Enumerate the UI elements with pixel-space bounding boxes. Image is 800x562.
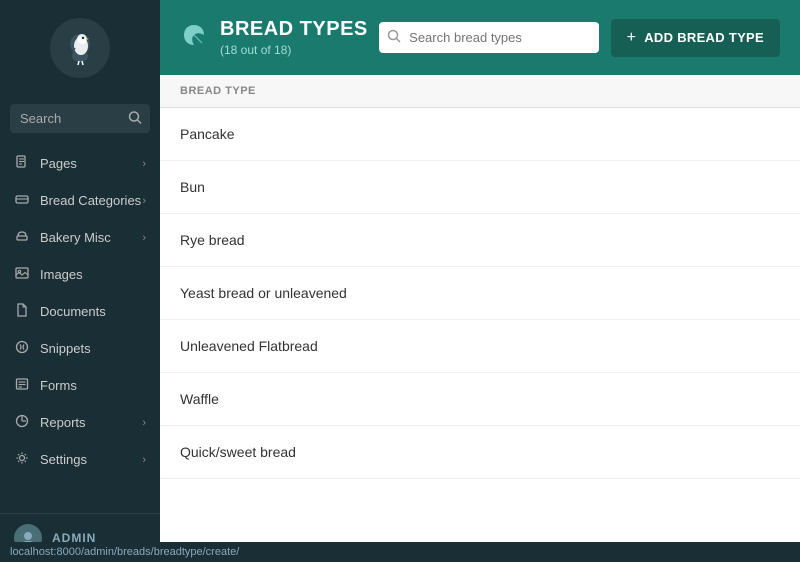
reports-icon [14, 414, 30, 431]
sidebar-search-container [0, 96, 160, 141]
chevron-right-icon-3: › [142, 232, 146, 244]
sidebar-item-pages[interactable]: Pages › [0, 145, 160, 182]
bread-type-name: Unleavened Flatbread [180, 338, 318, 354]
add-icon: + [627, 29, 637, 47]
table-row[interactable]: Rye bread [160, 214, 800, 267]
main-content: BREAD TYPES (18 out of 18) + ADD BREAD T… [160, 0, 800, 562]
sidebar-nav: Pages › Bread Categories › Bakery Misc › [0, 141, 160, 513]
sidebar-item-settings[interactable]: Settings › [0, 441, 160, 478]
search-icon [128, 110, 142, 124]
sidebar-item-bread-categories[interactable]: Bread Categories › [0, 182, 160, 219]
sidebar-item-bakery-misc[interactable]: Bakery Misc › [0, 219, 160, 256]
bread-type-name: Pancake [180, 126, 234, 142]
chevron-right-icon-2: › [142, 195, 146, 207]
sidebar-item-label-snippets: Snippets [40, 341, 91, 356]
table-row[interactable]: Quick/sweet bread [160, 426, 800, 479]
bread-categories-icon [14, 192, 30, 209]
documents-icon [14, 303, 30, 320]
table-header-row: BREAD TYPE [160, 75, 800, 108]
page-title: BREAD TYPES [220, 18, 368, 41]
column-header-bread-type: BREAD TYPE [180, 85, 256, 97]
sidebar-item-label-documents: Documents [40, 304, 106, 319]
page-subtitle: (18 out of 18) [220, 43, 368, 57]
forms-icon [14, 377, 30, 394]
sidebar-item-label-pages: Pages [40, 156, 77, 171]
bread-type-search-input[interactable] [409, 23, 599, 52]
bread-icon [180, 21, 208, 55]
chevron-right-icon-4: › [142, 417, 146, 429]
logo-circle [50, 18, 110, 78]
bread-type-name: Waffle [180, 391, 219, 407]
chevron-right-icon: › [142, 158, 146, 170]
chevron-right-icon-5: › [142, 454, 146, 466]
header-search-icon [379, 22, 409, 53]
bread-types-table: BREAD TYPE Pancake Bun Rye bread Yeast b… [160, 75, 800, 562]
sidebar-item-images[interactable]: Images [0, 256, 160, 293]
sidebar-item-snippets[interactable]: Snippets [0, 330, 160, 367]
images-icon [14, 266, 30, 283]
bird-logo [62, 30, 98, 66]
bakery-misc-icon [14, 229, 30, 246]
table-row[interactable]: Waffle [160, 373, 800, 426]
sidebar-item-label-forms: Forms [40, 378, 77, 393]
bread-type-icon [180, 21, 208, 49]
header-search-box [379, 22, 599, 53]
bread-type-name: Bun [180, 179, 205, 195]
logo-area [0, 0, 160, 96]
sidebar-item-label-settings: Settings [40, 452, 87, 467]
snippets-icon [14, 340, 30, 357]
sidebar-item-reports[interactable]: Reports › [0, 404, 160, 441]
sidebar-item-documents[interactable]: Documents [0, 293, 160, 330]
bread-type-name: Yeast bread or unleavened [180, 285, 347, 301]
bread-type-name: Rye bread [180, 232, 245, 248]
status-bar: localhost:8000/admin/breads/breadtype/cr… [0, 542, 800, 562]
table-row[interactable]: Bun [160, 161, 800, 214]
sidebar-item-forms[interactable]: Forms [0, 367, 160, 404]
search-button[interactable] [124, 106, 146, 131]
settings-icon [14, 451, 30, 468]
status-url: localhost:8000/admin/breads/breadtype/cr… [10, 546, 239, 558]
sidebar-item-label-images: Images [40, 267, 83, 282]
page-header: BREAD TYPES (18 out of 18) + ADD BREAD T… [160, 0, 800, 75]
sidebar: Pages › Bread Categories › Bakery Misc › [0, 0, 160, 562]
add-button-label: ADD BREAD TYPE [644, 30, 764, 45]
table-row[interactable]: Unleavened Flatbread [160, 320, 800, 373]
pages-icon [14, 155, 30, 172]
sidebar-item-label-bakery-misc: Bakery Misc [40, 230, 111, 245]
table-row[interactable]: Pancake [160, 108, 800, 161]
bread-type-name: Quick/sweet bread [180, 444, 296, 460]
table-row[interactable]: Yeast bread or unleavened [160, 267, 800, 320]
sidebar-item-label-bread-categories: Bread Categories [40, 193, 141, 208]
sidebar-item-label-reports: Reports [40, 415, 86, 430]
add-bread-type-button[interactable]: + ADD BREAD TYPE [611, 19, 780, 57]
